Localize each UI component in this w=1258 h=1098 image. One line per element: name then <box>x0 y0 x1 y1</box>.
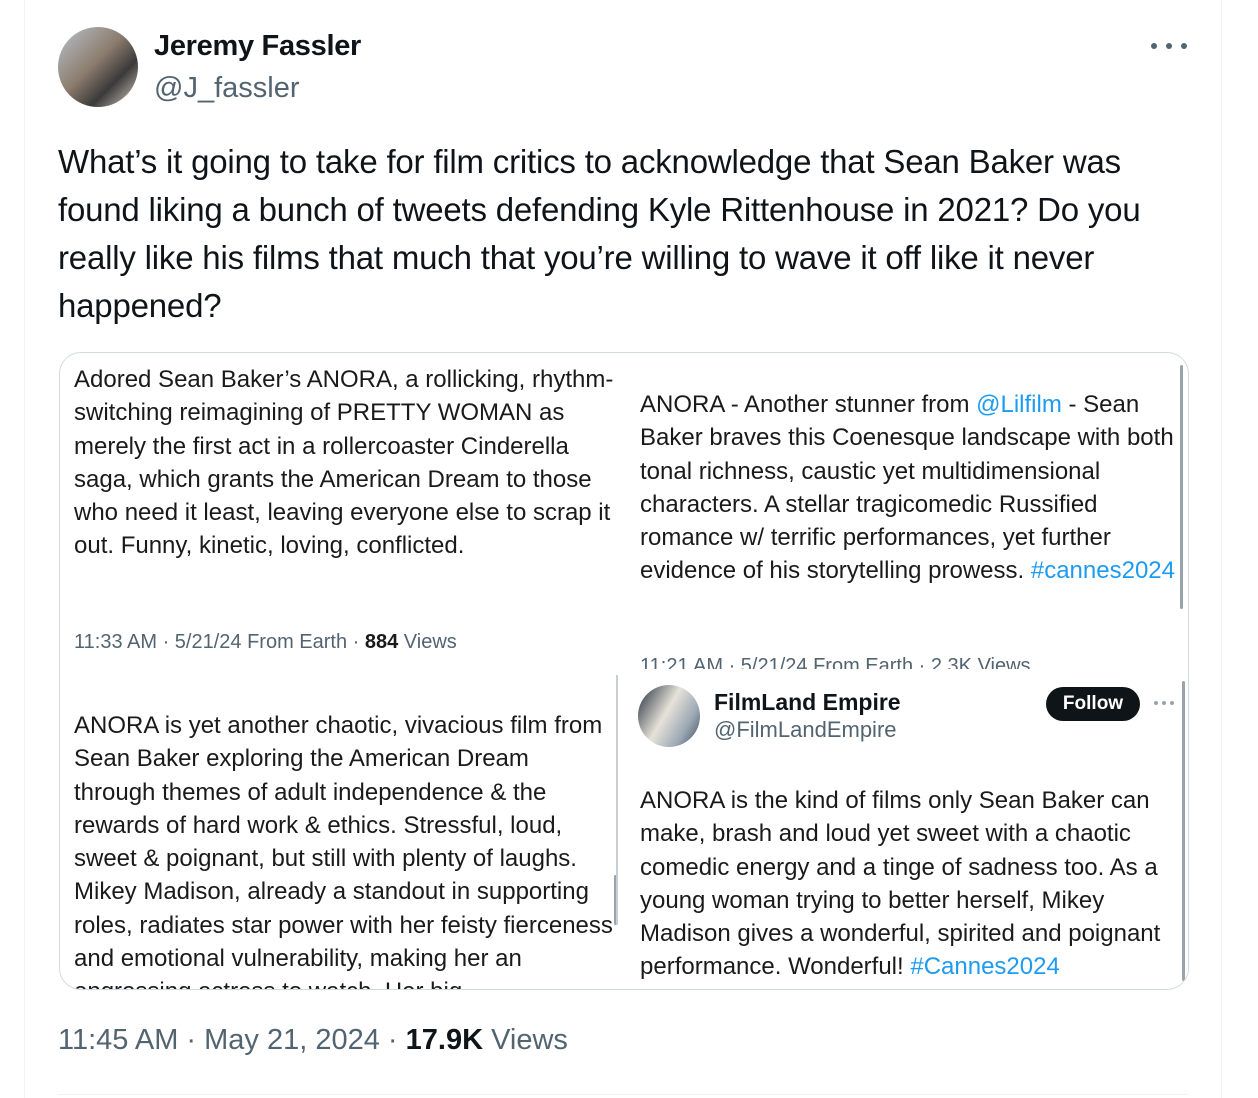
filmland-avatar <box>638 685 700 747</box>
tweet-timestamp[interactable]: 11:45 AM · May 21, 2024 · <box>58 1024 406 1056</box>
tweet-media-image[interactable]: Adored Sean Baker’s ANORA, a rollicking,… <box>59 352 1189 990</box>
tweet-card: Jeremy Fassler @J_fassler What’s it goin… <box>24 0 1222 1098</box>
panel-1-meta: 11:33 AM · 5/21/24 From Earth · 884 View… <box>74 631 457 653</box>
more-options-icon <box>1154 701 1174 705</box>
more-options-icon[interactable] <box>1151 36 1187 56</box>
tweet-text: What’s it going to take for film critics… <box>58 143 1141 324</box>
screenshot-panel-2: ANORA - Another stunner from @Lilfilm - … <box>626 353 1188 671</box>
author-handle[interactable]: @J_fassler <box>154 72 299 105</box>
panel-2-meta-clipped: 11:21 AM · 5/21/24 From Earth · 2.3K Vie… <box>640 655 1031 669</box>
follow-button: Follow <box>1046 687 1140 721</box>
panel-2-scrollbar <box>1180 365 1183 609</box>
screenshot-panel-3: ANORA is yet another chaotic, vivacious … <box>60 675 630 989</box>
footer-divider <box>58 1094 1188 1095</box>
panel-1-text: Adored Sean Baker’s ANORA, a rollicking,… <box>74 366 614 560</box>
mention-link: @Lilfilm <box>976 391 1062 418</box>
view-count: 17.9K <box>405 1024 484 1056</box>
panel-2-text: ANORA - Another stunner from @Lilfilm - … <box>640 391 1175 585</box>
author-avatar[interactable] <box>58 27 138 107</box>
panel-4-scrollbar <box>1182 681 1185 981</box>
screenshot-panel-1: Adored Sean Baker’s ANORA, a rollicking,… <box>60 353 630 671</box>
hashtag-link: #Cannes2024 <box>910 953 1060 981</box>
screenshot-panel-4: FilmLand Empire @FilmLandEmpire Follow A… <box>616 675 1188 989</box>
panel-4-text: ANORA is the kind of films only Sean Bak… <box>640 787 1161 981</box>
tweet-footer: 11:45 AM · May 21, 2024 · 17.9K Views <box>58 1024 568 1056</box>
panel-3-text: ANORA is yet another chaotic, vivacious … <box>74 712 613 989</box>
filmland-name: FilmLand Empire <box>714 689 901 715</box>
panel-4-border <box>616 675 618 925</box>
hashtag-link: #cannes2024 <box>1030 557 1175 585</box>
filmland-handle: @FilmLandEmpire <box>714 717 897 742</box>
author-name[interactable]: Jeremy Fassler <box>154 30 361 63</box>
